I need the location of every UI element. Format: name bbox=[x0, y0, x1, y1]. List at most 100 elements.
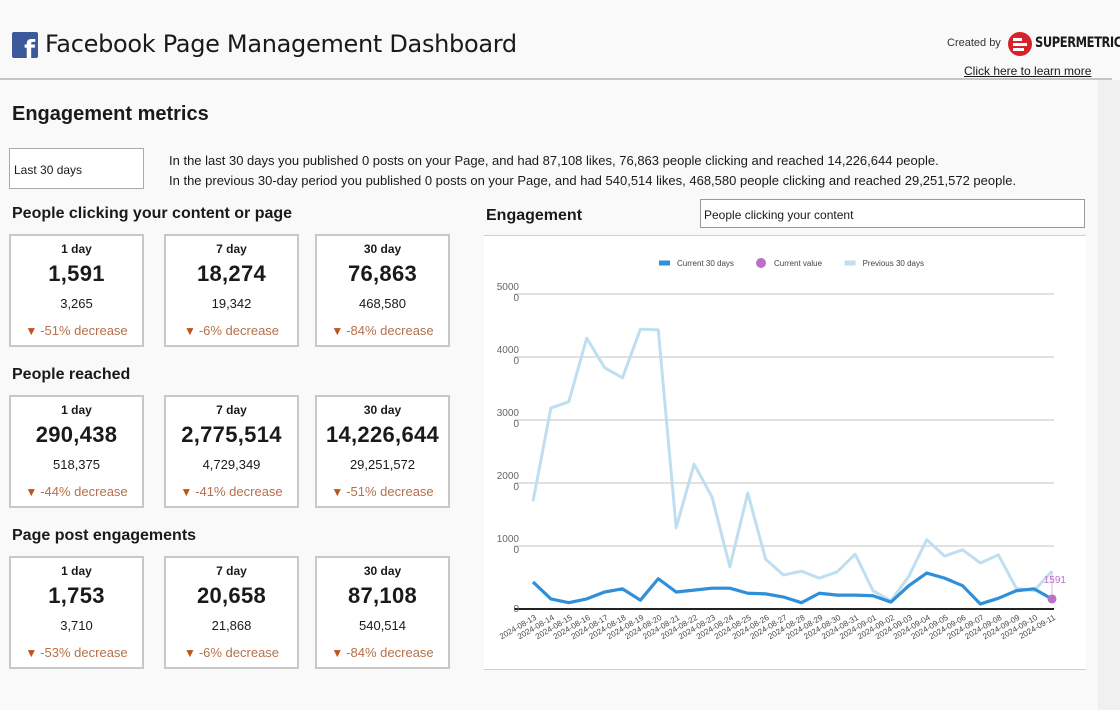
y-tick-label: 5000 bbox=[497, 282, 520, 293]
triangle-down-icon: ▼ bbox=[331, 324, 344, 338]
group-title: People clicking your content or page bbox=[12, 205, 293, 222]
series-line-previous-30-days bbox=[531, 327, 1054, 603]
kpi-previous-value: 4,729,349 bbox=[202, 457, 261, 472]
kpi-card: 7 day 18,274 19,342 ▼ -6% decrease bbox=[164, 234, 299, 347]
kpi-period: 1 day bbox=[61, 564, 92, 578]
kpi-value: 20,658 bbox=[196, 583, 267, 608]
kpi-change-label: -84% decrease bbox=[346, 645, 434, 660]
triangle-down-icon: ▼ bbox=[25, 324, 38, 338]
y-tick-label: 0 bbox=[513, 293, 519, 304]
kpi-change: ▼ -53% decrease bbox=[11, 645, 142, 660]
legend-marker bbox=[844, 260, 856, 266]
triangle-down-icon: ▼ bbox=[25, 485, 38, 499]
legend-label: Current 30 days bbox=[677, 259, 734, 268]
kpi-value: 290,438 bbox=[35, 422, 118, 447]
kpi-previous-value: 3,710 bbox=[60, 618, 93, 633]
kpi-change-label: -53% decrease bbox=[40, 645, 128, 660]
y-tick-label: 1000 bbox=[497, 534, 520, 545]
y-tick-label: 0 bbox=[513, 356, 519, 367]
legend-label: Previous 30 days bbox=[863, 259, 924, 268]
kpi-period: 7 day bbox=[216, 403, 247, 417]
engagement-chart: 0 1000 0 2000 0 3000 0 4000 0 5000 0 2024-08-13 2024… bbox=[484, 235, 1086, 670]
kpi-card: 7 day 20,658 21,868 ▼ -6% decrease bbox=[164, 556, 299, 669]
y-tick-label: 0 bbox=[513, 604, 519, 615]
kpi-previous-value: 21,868 bbox=[211, 618, 252, 633]
kpi-change: ▼ -44% decrease bbox=[11, 484, 142, 499]
y-tick-label: 3000 bbox=[497, 408, 520, 419]
triangle-down-icon: ▼ bbox=[331, 646, 344, 660]
kpi-period: 1 day bbox=[61, 403, 92, 417]
kpi-previous-value: 468,580 bbox=[359, 296, 406, 311]
kpi-change: ▼ -41% decrease bbox=[166, 484, 297, 499]
y-tick-label: 4000 bbox=[497, 345, 520, 356]
summary-current: In the last 30 days you published 0 post… bbox=[169, 153, 939, 168]
page-title: Facebook Page Management Dashboard bbox=[45, 30, 517, 58]
kpi-period: 30 day bbox=[363, 242, 402, 256]
kpi-card: 1 day 290,438 518,375 ▼ -44% decrease bbox=[9, 395, 144, 508]
kpi-previous-value: 540,514 bbox=[359, 618, 406, 633]
kpi-change: ▼ -51% decrease bbox=[11, 323, 142, 338]
kpi-value: 87,108 bbox=[347, 583, 418, 608]
engagement-line-chart: 010000200003000040000500002024-08-132024… bbox=[497, 258, 1067, 641]
metric-selector[interactable]: People clicking your content bbox=[700, 199, 1085, 228]
kpi-change-label: -6% decrease bbox=[198, 645, 280, 660]
kpi-change: ▼ -6% decrease bbox=[166, 323, 297, 338]
kpi-previous-value: 518,375 bbox=[53, 457, 100, 472]
kpi-change: ▼ -51% decrease bbox=[317, 484, 448, 499]
current-value-label: 1591 bbox=[1044, 575, 1067, 586]
kpi-change-label: -6% decrease bbox=[198, 323, 280, 338]
triangle-down-icon: ▼ bbox=[25, 646, 38, 660]
kpi-card: 30 day 14,226,644 29,251,572 ▼ -51% decrease bbox=[315, 395, 450, 508]
kpi-period: 30 day bbox=[363, 564, 402, 578]
kpi-previous-value: 29,251,572 bbox=[349, 457, 416, 472]
kpi-period: 30 day bbox=[363, 403, 402, 417]
kpi-previous-value: 3,265 bbox=[60, 296, 93, 311]
kpi-previous-value: 19,342 bbox=[211, 296, 252, 311]
kpi-change: ▼ -84% decrease bbox=[317, 645, 448, 660]
current-value-point bbox=[1047, 594, 1057, 604]
y-tick-label: 0 bbox=[513, 482, 519, 493]
kpi-change-label: -84% decrease bbox=[346, 323, 434, 338]
group-title: People reached bbox=[12, 366, 131, 383]
kpi-card: 1 day 1,591 3,265 ▼ -51% decrease bbox=[9, 234, 144, 347]
kpi-change: ▼ -6% decrease bbox=[166, 645, 297, 660]
triangle-down-icon: ▼ bbox=[183, 646, 196, 660]
triangle-down-icon: ▼ bbox=[331, 485, 344, 499]
legend-label: Current value bbox=[774, 259, 823, 268]
kpi-period: 1 day bbox=[61, 242, 92, 256]
kpi-card: 30 day 87,108 540,514 ▼ -84% decrease bbox=[315, 556, 450, 669]
kpi-value: 14,226,644 bbox=[325, 422, 440, 447]
section-title: Engagement metrics bbox=[12, 103, 209, 125]
kpi-card: 30 day 76,863 468,580 ▼ -84% decrease bbox=[315, 234, 450, 347]
kpi-value: 76,863 bbox=[347, 261, 418, 286]
scrollbar-track[interactable] bbox=[1098, 80, 1120, 710]
series-line-current-30-days bbox=[531, 571, 1053, 606]
kpi-card: 7 day 2,775,514 4,729,349 ▼ -41% decrease bbox=[164, 395, 299, 508]
kpi-value: 2,775,514 bbox=[181, 422, 282, 447]
facebook-logo-icon: f bbox=[12, 32, 38, 58]
kpi-change-label: -41% decrease bbox=[195, 484, 283, 499]
kpi-period: 7 day bbox=[216, 242, 247, 256]
y-tick-label: 0 bbox=[513, 419, 519, 430]
supermetrics-brand[interactable]: SUPERMETRICS bbox=[1035, 35, 1120, 51]
kpi-change-label: -51% decrease bbox=[40, 323, 128, 338]
kpi-value: 1,753 bbox=[48, 583, 105, 608]
supermetrics-logo-icon[interactable] bbox=[1008, 32, 1032, 56]
legend-marker bbox=[659, 260, 670, 266]
y-tick-label: 2000 bbox=[497, 471, 520, 482]
summary-previous: In the previous 30-day period you publis… bbox=[169, 173, 1017, 188]
triangle-down-icon: ▼ bbox=[180, 485, 193, 499]
header: f Facebook Page Management Dashboard Cre… bbox=[0, 0, 1120, 80]
created-by-label: Created by bbox=[947, 37, 1001, 49]
summary-text: In the last 30 days you published 0 post… bbox=[169, 151, 1016, 191]
kpi-change-label: -51% decrease bbox=[346, 484, 434, 499]
legend-marker bbox=[756, 258, 766, 268]
learn-more-link[interactable]: Click here to learn more bbox=[964, 64, 1091, 78]
kpi-value: 18,274 bbox=[196, 261, 267, 286]
engagement-title: Engagement bbox=[486, 207, 583, 224]
y-tick-label: 0 bbox=[513, 545, 519, 556]
date-range-selector[interactable]: Last 30 days bbox=[9, 148, 144, 189]
kpi-card: 1 day 1,753 3,710 ▼ -53% decrease bbox=[9, 556, 144, 669]
kpi-period: 7 day bbox=[216, 564, 247, 578]
kpi-value: 1,591 bbox=[48, 261, 105, 286]
